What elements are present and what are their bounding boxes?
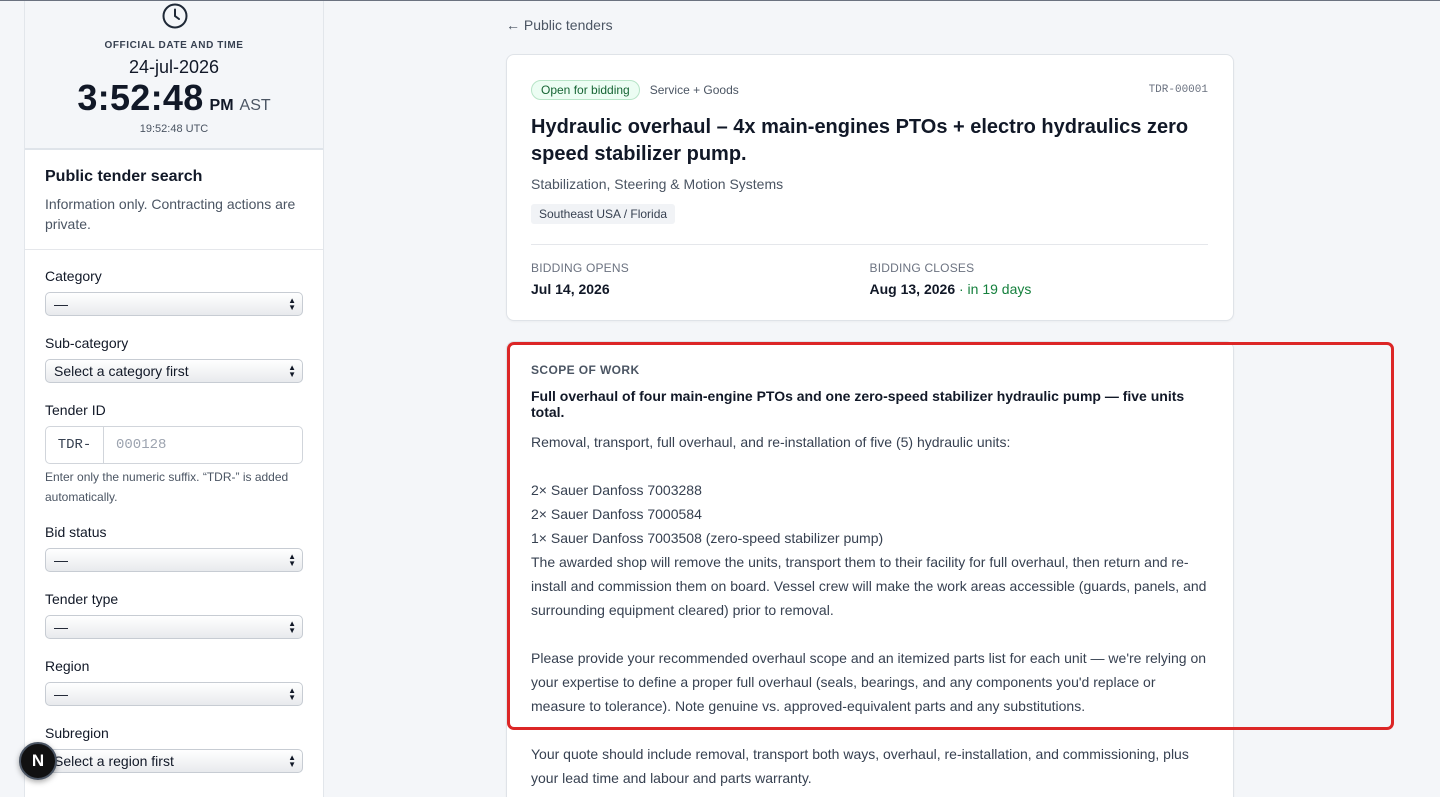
subcategory-field: Sub-category Select a category first ▲ ▼ (45, 335, 303, 383)
tender-title: Hydraulic overhaul – 4x main-engines PTO… (531, 116, 1189, 165)
region-select[interactable]: — ▲ ▼ (45, 682, 303, 706)
clock-ampm: PM (209, 97, 234, 114)
clock-time: 3:52:48 (77, 77, 204, 118)
clock-time-row: 3:52:48 PM AST (25, 77, 323, 119)
status-badge: Open for bidding (531, 80, 640, 100)
region-chip: Southeast USA / Florida (531, 204, 676, 224)
tender-id-input-group: TDR- (45, 426, 303, 464)
select-arrows-icon: ▲ ▼ (288, 552, 296, 568)
subregion-label: Subregion (45, 725, 109, 741)
scope-label: SCOPE OF WORK (531, 363, 640, 377)
clock-icon (162, 3, 188, 29)
scope-unit-3: 1× Sauer Danfoss 7003508 (zero-speed sta… (531, 530, 884, 546)
tender-type-select-value: — (54, 619, 68, 635)
scope-unit-2: 2× Sauer Danfoss 7000584 (531, 506, 702, 522)
bidding-closes-row: Aug 13, 2026 · in 19 days (870, 281, 1209, 297)
category-select[interactable]: — ▲ ▼ (45, 292, 303, 316)
tender-type-field: Tender type — ▲ ▼ (45, 591, 303, 639)
clock-label: OFFICIAL DATE AND TIME (104, 40, 244, 51)
sidebar: OFFICIAL DATE AND TIME 24-jul-2026 3:52:… (24, 1, 324, 797)
tender-code: TDR-00001 (1148, 84, 1208, 96)
tender-id-input[interactable] (104, 427, 302, 463)
subregion-select[interactable]: Select a region first ▲ ▼ (45, 749, 303, 773)
scope-unit-1: 2× Sauer Danfoss 7003288 (531, 482, 702, 498)
clock-utc: 19:52:48 UTC (139, 123, 209, 135)
scope-intro: Removal, transport, full overhaul, and r… (531, 434, 1011, 450)
tender-id-prefix: TDR- (46, 427, 104, 463)
bidding-opens-label: BIDDING OPENS (531, 261, 629, 275)
bidding-closes-relative: · in 19 days (955, 281, 1032, 297)
bid-status-field: Bid status — ▲ ▼ (45, 524, 303, 572)
scope-paragraph-3: Your quote should include removal, trans… (531, 746, 1189, 786)
tender-id-label: Tender ID (45, 402, 106, 418)
select-arrows-icon: ▲ ▼ (288, 686, 296, 702)
bid-status-select[interactable]: — ▲ ▼ (45, 548, 303, 572)
tender-badges: Open for bidding Service + Goods TDR-000… (531, 80, 1208, 100)
bidding-closes-value: Aug 13, 2026 (869, 281, 956, 297)
n-badge-button[interactable]: N (19, 742, 57, 780)
region-label: Region (45, 658, 90, 674)
subcategory-label: Sub-category (45, 335, 129, 351)
tender-id-field: Tender ID TDR- Enter only the numeric su… (45, 402, 303, 507)
clock-date: 24-jul-2026 (128, 57, 220, 77)
back-to-public-tenders-link[interactable]: ← Public tenders (506, 17, 613, 33)
search-description: Information only. Contracting actions ar… (45, 196, 296, 232)
region-select-value: — (54, 686, 68, 702)
category-label: Category (45, 268, 102, 284)
bidding-opens-value: Jul 14, 2026 (531, 281, 610, 297)
tender-header-card: Open for bidding Service + Goods TDR-000… (506, 54, 1234, 321)
clock-timezone: AST (239, 97, 271, 114)
category-field: Category — ▲ ▼ (45, 268, 303, 316)
region-field: Region — ▲ ▼ (45, 658, 303, 706)
scope-paragraph-1: The awarded shop will remove the units, … (531, 554, 1207, 618)
subregion-field: Subregion Select a region first ▲ ▼ (45, 725, 303, 773)
official-clock: OFFICIAL DATE AND TIME 24-jul-2026 3:52:… (25, 1, 323, 150)
select-arrows-icon: ▲ ▼ (288, 753, 296, 769)
tender-type-label: Tender type (45, 591, 119, 607)
bidding-dates: BIDDING OPENS Jul 14, 2026 BIDDING CLOSE… (531, 244, 1208, 297)
scope-of-work-card: SCOPE OF WORK Full overhaul of four main… (506, 341, 1234, 797)
subregion-select-value: Select a region first (54, 753, 174, 769)
bid-status-label: Bid status (45, 524, 107, 540)
tender-category: Stabilization, Steering & Motion Systems (531, 176, 784, 192)
select-arrows-icon: ▲ ▼ (288, 619, 296, 635)
tender-type-text: Service + Goods (649, 83, 739, 97)
search-header: Public tender search Information only. C… (25, 150, 323, 250)
tender-id-hint: Enter only the numeric suffix. “TDR-” is… (45, 470, 289, 504)
bidding-closes: BIDDING CLOSES Aug 13, 2026 · in 19 days (870, 261, 1209, 297)
select-arrows-icon: ▲ ▼ (288, 296, 296, 312)
subcategory-select[interactable]: Select a category first ▲ ▼ (45, 359, 303, 383)
bid-status-select-value: — (54, 552, 68, 568)
bidding-opens: BIDDING OPENS Jul 14, 2026 (531, 261, 870, 297)
select-arrows-icon: ▲ ▼ (288, 363, 296, 379)
search-title: Public tender search (45, 168, 203, 185)
tender-type-select[interactable]: — ▲ ▼ (45, 615, 303, 639)
bidding-closes-label: BIDDING CLOSES (869, 261, 975, 275)
scope-lead: Full overhaul of four main-engine PTOs a… (531, 388, 1185, 420)
subcategory-select-value: Select a category first (54, 363, 189, 379)
scope-paragraph-2: Please provide your recommended overhaul… (531, 650, 1207, 714)
scope-body: Removal, transport, full overhaul, and r… (531, 430, 1211, 790)
category-select-value: — (54, 296, 68, 312)
filter-form: Category — ▲ ▼ Sub-category Select a cate… (25, 250, 323, 773)
